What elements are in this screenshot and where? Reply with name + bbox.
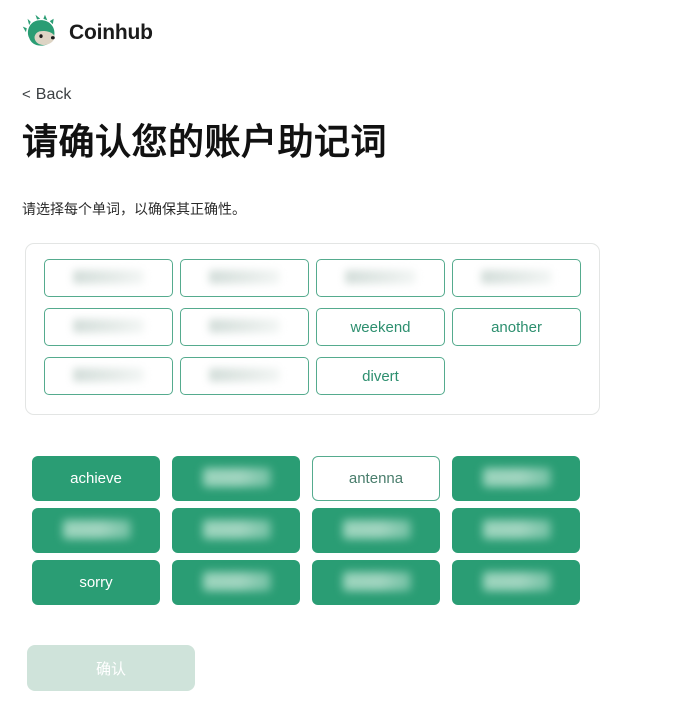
word-bank-grid: achieve antenna sorry <box>32 456 580 605</box>
back-button-label: Back <box>35 86 72 103</box>
word-chip[interactable] <box>172 560 300 605</box>
brand-header: Coinhub <box>22 14 153 52</box>
mnemonic-slot[interactable] <box>180 308 309 346</box>
word-chip[interactable] <box>312 560 440 605</box>
word-chip[interactable] <box>172 508 300 553</box>
word-chip[interactable] <box>452 456 580 501</box>
back-button[interactable]: < Back <box>22 86 71 104</box>
word-chip-label: achieve <box>70 470 122 487</box>
word-chip[interactable]: sorry <box>32 560 160 605</box>
word-chip[interactable] <box>452 560 580 605</box>
word-chip[interactable] <box>452 508 580 553</box>
mnemonic-slot-label: another <box>491 318 542 336</box>
mnemonic-slots-panel: weekend another divert <box>25 243 600 415</box>
word-chip[interactable] <box>312 508 440 553</box>
word-chip-label: antenna <box>348 470 404 487</box>
word-chip[interactable]: antenna <box>312 456 440 501</box>
mnemonic-slot[interactable] <box>180 259 309 297</box>
hedgehog-logo-icon <box>22 14 55 46</box>
word-chip-label: sorry <box>79 574 113 591</box>
confirm-button-label: 确认 <box>95 660 126 678</box>
mnemonic-slot[interactable]: weekend <box>316 308 445 346</box>
mnemonic-slot[interactable] <box>44 357 173 395</box>
word-chip[interactable] <box>32 508 160 553</box>
mnemonic-slot-label: weekend <box>350 318 411 336</box>
mnemonic-slot[interactable] <box>452 259 581 297</box>
confirm-button[interactable]: 确认 <box>27 645 195 691</box>
mnemonic-slots-grid: weekend another divert <box>44 259 581 395</box>
chevron-left-icon: < <box>22 86 31 103</box>
mnemonic-slot[interactable] <box>316 259 445 297</box>
word-chip[interactable] <box>172 456 300 501</box>
mnemonic-slot[interactable]: another <box>452 308 581 346</box>
mnemonic-slot[interactable]: divert <box>316 357 445 395</box>
mnemonic-slot[interactable] <box>180 357 309 395</box>
mnemonic-slot[interactable] <box>44 259 173 297</box>
mnemonic-slot[interactable] <box>44 308 173 346</box>
brand-name: Coinhub <box>69 21 153 44</box>
word-chip[interactable]: achieve <box>32 456 160 501</box>
page-title: 请确认您的账户助记词 <box>22 121 388 162</box>
mnemonic-slot-label: divert <box>362 367 399 385</box>
page-subtitle: 请选择每个单词，以确保其正确性。 <box>22 201 246 217</box>
